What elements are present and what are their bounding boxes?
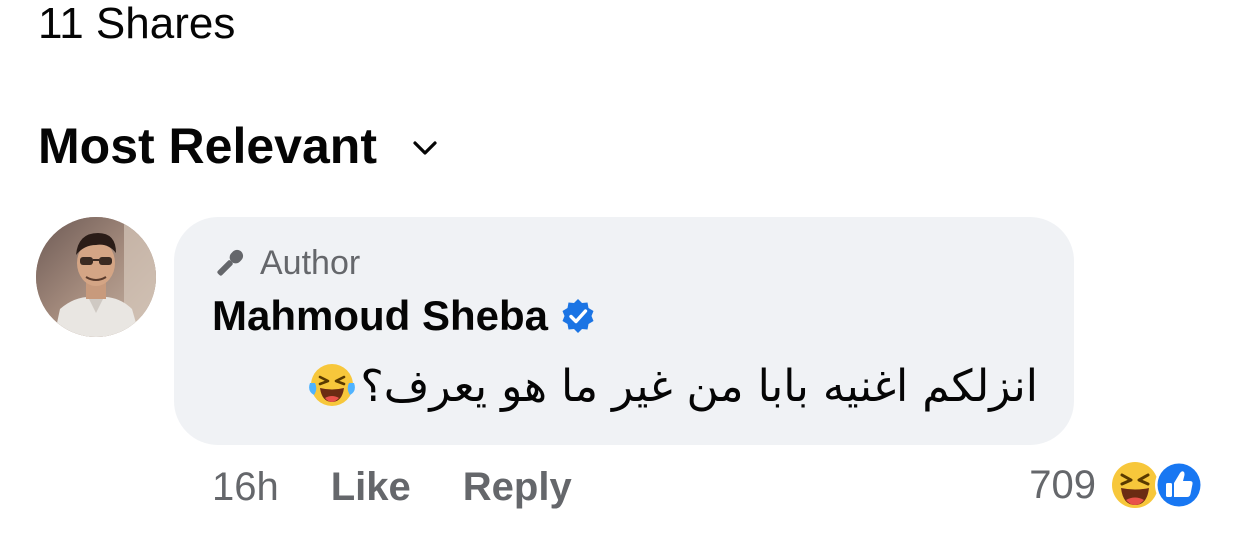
sort-dropdown[interactable]: Most Relevant: [38, 118, 439, 174]
reaction-summary[interactable]: 709: [1029, 460, 1206, 510]
avatar[interactable]: [36, 217, 156, 337]
avatar-photo: [36, 217, 156, 337]
comments-section: 11 Shares Most Relevant Author Mahmoud S…: [0, 0, 1242, 550]
comment-author-name[interactable]: Mahmoud Sheba: [212, 291, 548, 341]
laughing-tears-emoji-icon: [309, 364, 356, 406]
haha-reaction-icon: [1112, 462, 1158, 508]
reaction-icons: [1110, 460, 1206, 510]
microphone-icon: [217, 249, 244, 276]
author-badge-label: Author: [260, 244, 361, 282]
like-button[interactable]: Like: [331, 462, 411, 512]
sort-label: Most Relevant: [38, 118, 377, 174]
comment-timestamp[interactable]: 16h: [212, 462, 279, 512]
verified-badge-icon: [562, 299, 594, 333]
comment-author-row: Mahmoud Sheba: [212, 291, 596, 341]
comment-text: انزلكم اغنيه بابا من غير ما هو يعرف؟: [360, 361, 1038, 412]
shares-count[interactable]: 11 Shares: [38, 0, 235, 48]
comment-actions: 16h Like Reply: [212, 462, 572, 512]
author-badge: Author: [212, 243, 360, 283]
reaction-count: 709: [1029, 463, 1096, 507]
reply-button[interactable]: Reply: [463, 462, 572, 512]
comment-text-row: انزلكم اغنيه بابا من غير ما هو يعرف؟: [212, 357, 1038, 417]
like-reaction-icon: [1155, 461, 1203, 509]
chevron-down-icon: [413, 141, 437, 155]
comment-bubble: Author Mahmoud Sheba انزلكم اغنيه بابا م…: [174, 217, 1074, 445]
